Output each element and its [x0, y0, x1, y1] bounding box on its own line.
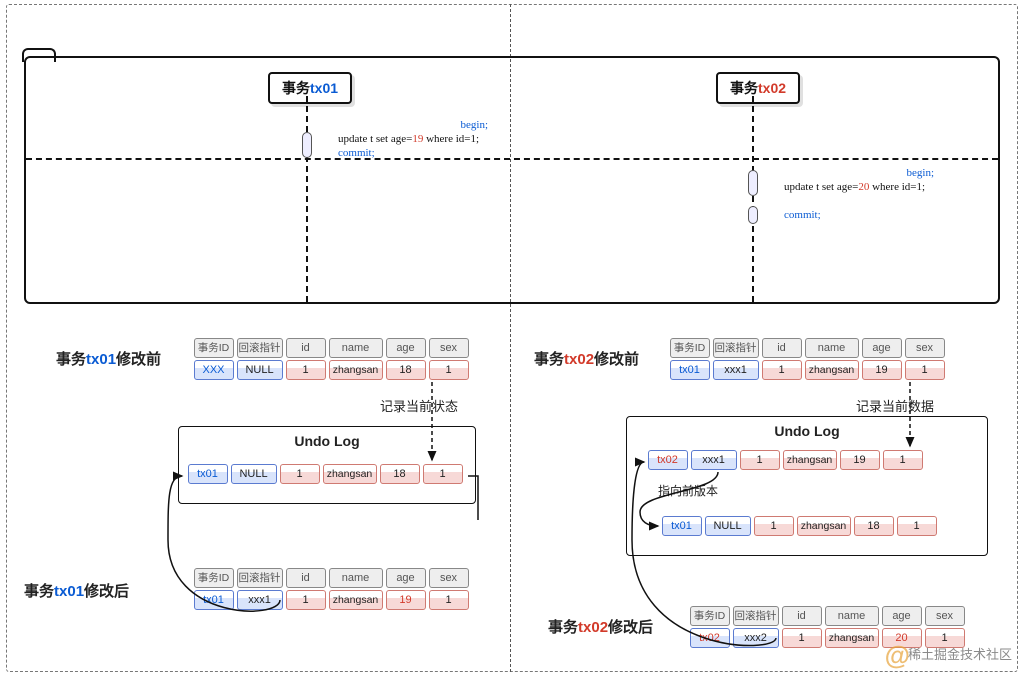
tx01-arrow-note: 记录当前状态	[380, 396, 458, 415]
tx02-label-id: tx02	[758, 80, 786, 96]
tx01-before-headers: 事务ID 回滚指针 id name age sex	[192, 338, 470, 358]
activation-tx02-1	[748, 170, 758, 196]
tx02-upd-val: 20	[858, 181, 869, 193]
lifeline-tx01	[306, 96, 308, 302]
tx01-undo-title: Undo Log	[179, 433, 475, 449]
tx01-begin: begin;	[461, 119, 489, 131]
tx02-before-headers: 事务ID 回滚指针 id name age sex	[668, 338, 946, 358]
at-icon: @	[885, 640, 910, 671]
tx01-undo-row: tx01 NULL 1 zhangsan 18 1	[186, 464, 464, 484]
tx02-before-row: tx01 xxx1 1 zhangsan 19 1	[668, 360, 946, 380]
activation-tx01	[302, 132, 312, 158]
tx02-undo-row2: tx01 NULL 1 zhangsan 18 1	[660, 516, 938, 536]
tx02-upd-post: where id=1;	[869, 181, 925, 193]
tx02-label: 事务tx02	[716, 72, 800, 104]
tx02-ptr-note: 指向前版本	[658, 482, 718, 499]
watermark-text: 稀土掘金技术社区	[908, 647, 1012, 662]
tx01-label-prefix: 事务	[282, 80, 310, 96]
tx01-commit: commit;	[338, 147, 375, 159]
tx01-after-row: tx01 xxx1 1 zhangsan 19 1	[192, 590, 470, 610]
tx02-upd-pre: update t set age=	[784, 181, 858, 193]
tx01-label: 事务tx01	[268, 72, 352, 104]
tx02-code: begin; update t set age=20 where id=1; c…	[784, 166, 964, 222]
tx01-label-id: tx01	[310, 80, 338, 96]
tx02-after-headers: 事务ID 回滚指针 id name age sex	[688, 606, 966, 626]
tx02-arrow-note: 记录当前数据	[856, 396, 934, 415]
watermark: @稀土掘金技术社区	[885, 640, 1012, 671]
tx02-after-title: 事务tx02修改后	[548, 616, 653, 637]
tx02-label-prefix: 事务	[730, 80, 758, 96]
tx01-before-title: 事务tx01修改前	[56, 348, 161, 369]
tx02-commit: commit;	[784, 209, 821, 221]
tx02-before-title: 事务tx02修改前	[534, 348, 639, 369]
tx01-upd-pre: update t set age=	[338, 133, 412, 145]
tx02-begin: begin;	[907, 167, 935, 179]
tx01-before-row: XXX NULL 1 zhangsan 18 1	[192, 360, 470, 380]
tx01-after-headers: 事务ID 回滚指针 id name age sex	[192, 568, 470, 588]
activation-tx02-2	[748, 206, 758, 224]
tx01-after-title: 事务tx01修改后	[24, 580, 129, 601]
tx01-upd-post: where id=1;	[423, 133, 479, 145]
lifeline-tx02	[752, 96, 754, 302]
tx02-undo-title: Undo Log	[627, 423, 987, 439]
tx02-undo-row1: tx02 xxx1 1 zhangsan 19 1	[646, 450, 924, 470]
tx01-code: begin; update t set age=19 where id=1; c…	[338, 118, 518, 160]
tx01-upd-val: 19	[412, 133, 423, 145]
